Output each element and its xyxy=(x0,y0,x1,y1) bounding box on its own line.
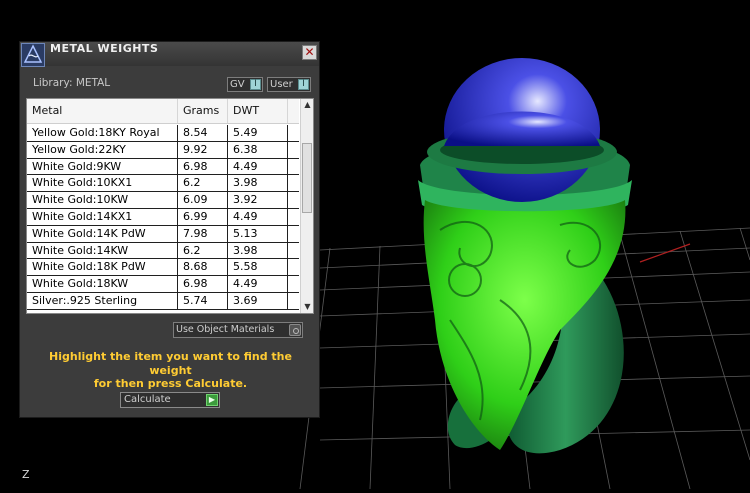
empty-cell xyxy=(287,192,299,209)
table-row[interactable]: White Gold:18K PdW 8.68 5.58 xyxy=(27,259,299,277)
empty-cell xyxy=(287,292,299,309)
gv-toggle-label: GV xyxy=(230,79,245,90)
table-row[interactable]: Yellow Gold:18KY Royal 8.54 5.49 xyxy=(27,125,299,142)
table-rows: Yellow Gold:18KY Royal 8.54 5.49 Yellow … xyxy=(27,125,299,310)
instruction-line-2: for then press Calculate. xyxy=(93,377,248,390)
grams-cell: 6.98 xyxy=(177,276,227,293)
dialog-title: METAL WEIGHTS xyxy=(50,42,159,55)
grams-cell: 6.2 xyxy=(177,175,227,192)
dwt-cell: 3.98 xyxy=(227,175,287,192)
dwt-cell: 3.69 xyxy=(227,292,287,309)
grams-cell: 6.99 xyxy=(177,208,227,225)
column-header-metal[interactable]: Metal xyxy=(27,99,177,123)
empty-cell xyxy=(287,225,299,242)
grams-cell: 5.74 xyxy=(177,292,227,309)
empty-cell xyxy=(287,259,299,276)
library-label: Library: METAL xyxy=(33,77,111,89)
empty-cell xyxy=(287,158,299,175)
table-scrollbar[interactable]: ▲ ▼ xyxy=(300,99,313,313)
dwt-cell: 4.49 xyxy=(227,208,287,225)
metal-cell: White Gold:18KW xyxy=(32,277,129,291)
dwt-cell: 6.38 xyxy=(227,141,287,158)
empty-cell xyxy=(287,141,299,158)
table-row[interactable]: White Gold:9KW 6.98 4.49 xyxy=(27,158,299,176)
grams-cell: 6.2 xyxy=(177,242,227,259)
metal-cell: White Gold:18K PdW xyxy=(32,260,146,274)
close-icon: ✕ xyxy=(304,45,315,59)
radio-icon[interactable] xyxy=(289,324,301,336)
instruction-text: Highlight the item you want to find the … xyxy=(30,350,311,391)
metal-cell: White Gold:14K PdW xyxy=(32,226,146,240)
close-button[interactable]: ✕ xyxy=(302,45,317,60)
metal-weights-dialog: METAL WEIGHTS ✕ Library: METAL GV I User… xyxy=(19,41,320,418)
scroll-down-icon[interactable]: ▼ xyxy=(301,301,313,313)
table-row[interactable]: White Gold:18KW 6.98 4.49 xyxy=(27,276,299,293)
column-header-dwt[interactable]: DWT xyxy=(227,99,287,123)
table-header: Metal Grams DWT xyxy=(27,99,299,124)
use-object-materials-option[interactable]: Use Object Materials xyxy=(173,322,303,338)
grams-cell: 7.98 xyxy=(177,225,227,242)
metal-cell: White Gold:10KW xyxy=(32,193,129,207)
scrollbar-thumb[interactable] xyxy=(302,143,312,213)
column-header-grams[interactable]: Grams xyxy=(177,99,227,123)
table-row[interactable]: White Gold:14KX1 6.99 4.49 xyxy=(27,208,299,226)
grams-cell: 6.98 xyxy=(177,158,227,175)
calculate-label: Calculate xyxy=(124,394,171,405)
metal-cell: White Gold:10KX1 xyxy=(32,176,133,190)
metal-cell: Silver:.925 Sterling xyxy=(32,293,138,307)
metal-cell: Yellow Gold:18KY Royal xyxy=(32,126,160,139)
grams-cell: 9.92 xyxy=(177,141,227,158)
dwt-cell: 5.13 xyxy=(227,225,287,242)
instruction-line-1: Highlight the item you want to find the … xyxy=(49,350,292,377)
calculate-button[interactable]: Calculate ▶ xyxy=(120,392,220,408)
grams-cell: 6.09 xyxy=(177,192,227,209)
play-arrow-icon: ▶ xyxy=(206,394,218,406)
metal-cell: Yellow Gold:22KY xyxy=(32,142,126,156)
empty-cell xyxy=(287,175,299,192)
gv-toggle[interactable]: GV I xyxy=(227,77,263,92)
empty-cell xyxy=(287,125,299,141)
use-object-materials-label: Use Object Materials xyxy=(176,324,275,335)
empty-cell xyxy=(287,208,299,225)
dwt-cell: 5.49 xyxy=(227,125,287,141)
z-axis-label: Z xyxy=(22,468,30,481)
user-toggle-label: User xyxy=(270,79,293,90)
dwt-cell: 3.92 xyxy=(227,192,287,209)
metal-table[interactable]: Metal Grams DWT Yellow Gold:18KY Royal 8… xyxy=(26,98,314,314)
table-row[interactable]: White Gold:10KX1 6.2 3.98 xyxy=(27,175,299,193)
dialog-titlebar[interactable]: METAL WEIGHTS ✕ xyxy=(20,42,319,67)
dwt-cell: 4.49 xyxy=(227,158,287,175)
metal-cell: White Gold:9KW xyxy=(32,159,122,173)
grams-cell: 8.68 xyxy=(177,259,227,276)
column-header-empty xyxy=(287,99,299,123)
metal-cell: White Gold:14KW xyxy=(32,243,129,257)
dwt-cell: 4.49 xyxy=(227,276,287,293)
toggle-knob-icon: I xyxy=(250,79,261,90)
table-row[interactable]: White Gold:14KW 6.2 3.98 xyxy=(27,242,299,260)
table-row[interactable]: Yellow Gold:22KY 9.92 6.38 xyxy=(27,141,299,159)
dwt-cell: 5.58 xyxy=(227,259,287,276)
toggle-knob-icon: I xyxy=(298,79,309,90)
table-row[interactable]: Silver:.925 Sterling 5.74 3.69 xyxy=(27,292,299,310)
empty-cell xyxy=(287,276,299,293)
grams-cell: 8.54 xyxy=(177,125,227,141)
user-toggle[interactable]: User I xyxy=(267,77,311,92)
empty-cell xyxy=(287,242,299,259)
table-row[interactable]: White Gold:10KW 6.09 3.92 xyxy=(27,192,299,209)
dwt-cell: 3.98 xyxy=(227,242,287,259)
scroll-up-icon[interactable]: ▲ xyxy=(301,99,313,111)
metal-cell: White Gold:14KX1 xyxy=(32,209,133,223)
table-row[interactable]: White Gold:14K PdW 7.98 5.13 xyxy=(27,225,299,243)
app-logo-icon xyxy=(21,43,45,67)
